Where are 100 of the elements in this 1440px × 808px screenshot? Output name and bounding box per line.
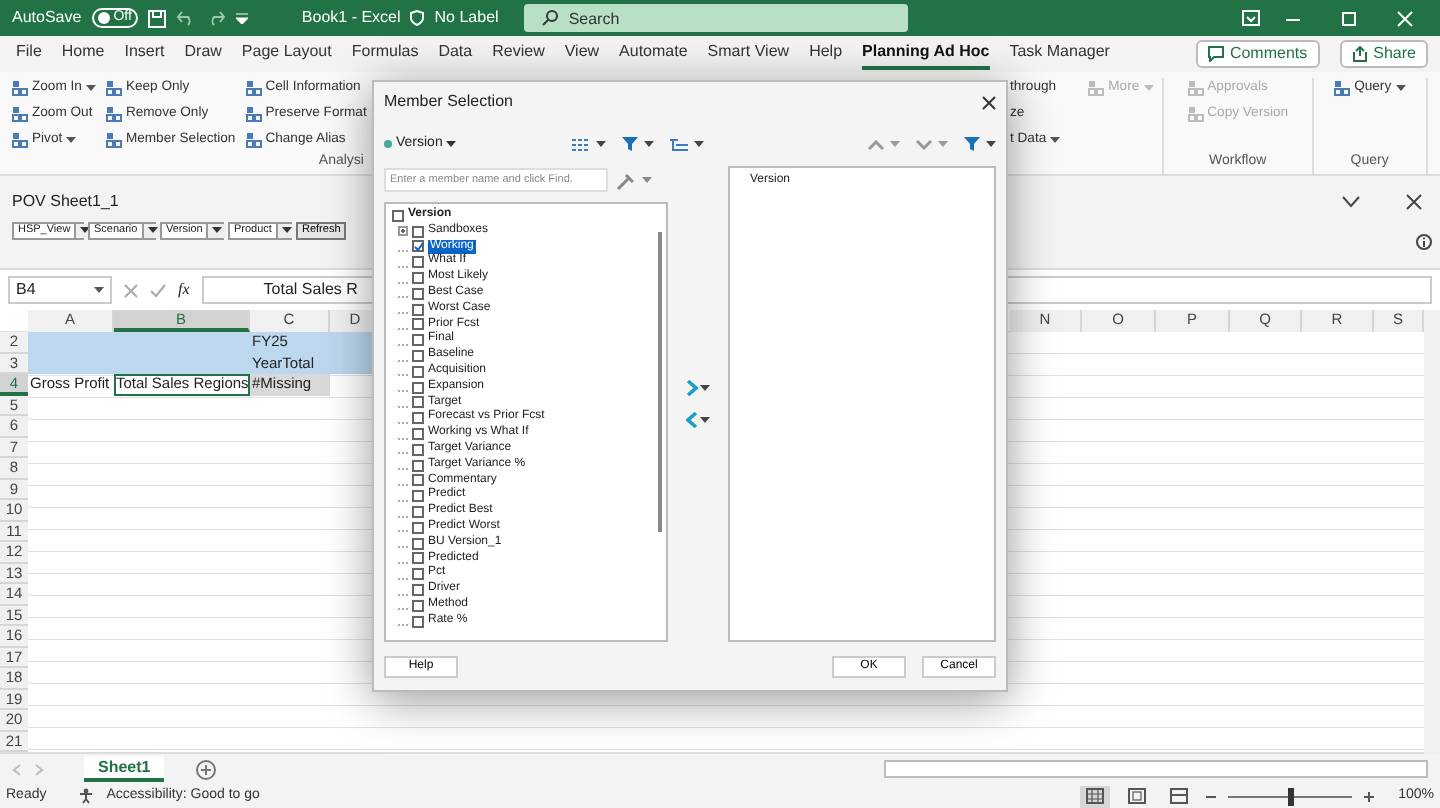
checkbox[interactable] xyxy=(392,209,404,222)
grid-icon xyxy=(1088,80,1105,96)
customize-icon[interactable] xyxy=(235,12,248,24)
checkbox[interactable] xyxy=(412,365,424,378)
ribbon-tab[interactable]: Review xyxy=(492,38,545,70)
move-up-icon[interactable] xyxy=(868,139,884,149)
checkbox[interactable] xyxy=(412,537,424,550)
caret-icon[interactable] xyxy=(94,286,104,294)
zoom-in-icon[interactable] xyxy=(1364,791,1375,801)
list-icon[interactable] xyxy=(572,137,591,151)
caret-icon[interactable] xyxy=(986,140,996,148)
sensitivity-label[interactable]: No Label xyxy=(434,8,499,28)
grid-icon xyxy=(1187,106,1204,122)
filter-icon[interactable] xyxy=(622,136,639,152)
checkbox[interactable] xyxy=(412,443,424,456)
info-icon[interactable] xyxy=(1416,234,1432,250)
caret-icon[interactable] xyxy=(1050,136,1061,144)
check-icon[interactable] xyxy=(150,283,166,297)
caret-icon[interactable] xyxy=(446,139,457,148)
close-icon[interactable] xyxy=(982,95,996,109)
checkbox[interactable] xyxy=(412,412,424,425)
caret-icon[interactable] xyxy=(596,140,607,148)
grid-icon xyxy=(245,106,262,122)
zoom-out-icon[interactable] xyxy=(1206,791,1217,801)
ribbon-tab[interactable]: Help xyxy=(809,38,843,70)
chevron-down-icon[interactable] xyxy=(1342,196,1360,208)
caret-icon[interactable] xyxy=(80,226,91,235)
grid-icon xyxy=(1334,80,1351,96)
caret-icon[interactable] xyxy=(644,140,655,148)
scrollbar[interactable] xyxy=(658,232,662,532)
checkbox[interactable] xyxy=(412,506,424,519)
move-down-icon[interactable] xyxy=(916,139,932,149)
tree-icon[interactable] xyxy=(670,137,689,151)
ribbon-display-icon[interactable] xyxy=(1242,10,1260,26)
checkbox[interactable] xyxy=(412,490,424,503)
grid-icon xyxy=(12,132,28,148)
checkbox[interactable] xyxy=(412,552,424,565)
checkbox[interactable] xyxy=(412,428,424,441)
share-button[interactable]: Share xyxy=(1339,40,1428,68)
maximize-icon[interactable] xyxy=(1340,9,1358,27)
dialog-title: Member Selection xyxy=(384,92,513,112)
checkbox[interactable] xyxy=(412,334,424,347)
ribbon-tab[interactable]: Data xyxy=(438,38,473,70)
undo-icon[interactable] xyxy=(175,10,196,26)
add-sheet-icon[interactable] xyxy=(196,759,217,779)
checkbox[interactable] xyxy=(412,225,424,238)
ribbon-tab[interactable]: Automate xyxy=(619,38,688,70)
ribbon-tab[interactable]: Smart View xyxy=(707,38,790,70)
checkbox[interactable] xyxy=(412,599,424,612)
ribbon-tab[interactable]: Draw xyxy=(184,38,222,70)
caret-icon[interactable] xyxy=(1395,84,1406,92)
caret-icon[interactable] xyxy=(700,416,710,424)
checkbox[interactable] xyxy=(412,303,424,316)
grid-icon xyxy=(1187,80,1204,96)
ribbon-tab[interactable]: Page Layout xyxy=(241,38,332,70)
ribbon-tab[interactable]: Home xyxy=(61,38,105,70)
checkbox[interactable] xyxy=(412,615,424,628)
checkbox[interactable] xyxy=(412,568,424,581)
caret-icon[interactable] xyxy=(147,226,158,235)
ribbon-tab[interactable]: Task Manager xyxy=(1009,38,1110,70)
expand-icon[interactable] xyxy=(398,226,408,237)
grid-icon xyxy=(245,80,262,96)
close-icon[interactable] xyxy=(1406,194,1422,210)
filter-icon[interactable] xyxy=(964,136,980,152)
checkbox[interactable] xyxy=(412,318,424,331)
grid-icon xyxy=(12,80,28,96)
caret-icon[interactable] xyxy=(700,384,710,392)
checkbox[interactable] xyxy=(412,381,424,394)
checkbox[interactable] xyxy=(412,584,424,597)
checkbox[interactable] xyxy=(412,240,424,253)
view-button[interactable] xyxy=(1080,785,1111,807)
ribbon-tab[interactable]: Formulas xyxy=(351,38,419,70)
checkbox[interactable] xyxy=(412,256,424,269)
caret-icon[interactable] xyxy=(281,226,292,235)
accessibility-icon[interactable] xyxy=(78,788,95,804)
checkbox[interactable] xyxy=(412,396,424,409)
caret-icon[interactable] xyxy=(85,84,96,92)
vertical-scrollbar[interactable] xyxy=(1424,310,1440,754)
dimension-icon xyxy=(384,139,392,148)
checkbox[interactable] xyxy=(412,272,424,285)
horizontal-scrollbar[interactable] xyxy=(884,760,1428,778)
grid-icon xyxy=(12,106,28,122)
ribbon-tab[interactable]: Insert xyxy=(124,38,165,70)
checkbox[interactable] xyxy=(412,521,424,534)
caret-icon[interactable] xyxy=(66,136,77,144)
save-icon[interactable] xyxy=(147,9,166,27)
checkbox[interactable] xyxy=(412,350,424,363)
caret-icon[interactable] xyxy=(212,226,223,235)
search-field[interactable]: Search xyxy=(524,4,909,32)
checkbox[interactable] xyxy=(412,459,424,472)
name-box[interactable]: B4 xyxy=(8,276,112,304)
checkbox[interactable] xyxy=(412,474,424,487)
sheet-tab[interactable]: Sheet1 xyxy=(84,755,165,783)
ribbon-tab[interactable]: View xyxy=(564,38,600,70)
insert-function-button[interactable]: fx xyxy=(178,280,190,300)
checkbox[interactable] xyxy=(412,287,424,300)
comments-button[interactable]: Comments xyxy=(1195,40,1320,68)
ribbon-tab[interactable]: File xyxy=(16,38,42,70)
grid-icon xyxy=(105,80,122,96)
caret-icon[interactable] xyxy=(694,140,705,148)
